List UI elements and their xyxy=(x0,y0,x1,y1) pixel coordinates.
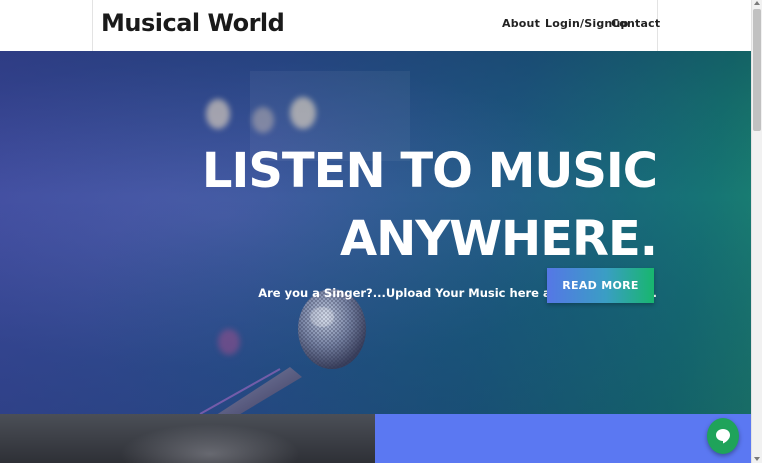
read-more-button[interactable]: READ MORE xyxy=(547,268,654,303)
hero-headline-line1: LISTEN TO MUSIC xyxy=(201,143,658,199)
featured-image-panel xyxy=(0,414,375,463)
hero-banner: LISTEN TO MUSIC ANYWHERE. Are you a Sing… xyxy=(0,51,751,414)
feature-color-panel xyxy=(375,414,751,463)
arrow-down-icon[interactable] xyxy=(754,457,760,461)
hero-headline-line2: ANYWHERE. xyxy=(340,211,658,267)
page-scrollbar[interactable] xyxy=(751,0,762,463)
site-header: Musical World About Login/Signup Contact xyxy=(0,0,751,51)
bokeh-light xyxy=(290,97,316,129)
chat-button[interactable] xyxy=(707,418,739,454)
stage-smoke xyxy=(120,424,300,463)
header-container: Musical World About Login/Signup Contact xyxy=(92,0,660,51)
microphone-image xyxy=(199,289,366,414)
arrow-up-icon[interactable] xyxy=(754,1,760,5)
scrollbar-thumb[interactable] xyxy=(753,9,761,131)
chat-bubble-icon xyxy=(716,429,730,444)
bokeh-light xyxy=(252,107,274,133)
brand-logo[interactable]: Musical World xyxy=(101,9,285,37)
nav-contact-link[interactable]: Contact xyxy=(611,17,660,30)
nav-about-link[interactable]: About xyxy=(502,17,540,30)
bokeh-light xyxy=(206,99,230,129)
